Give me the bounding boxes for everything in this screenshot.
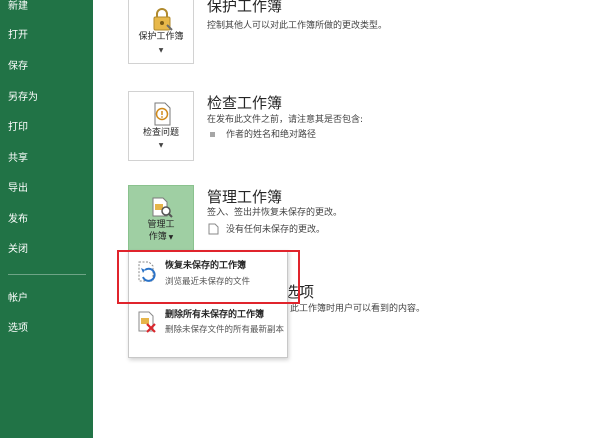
inspect-bullet-text: 作者的姓名和绝对路径 [226, 130, 317, 140]
chevron-down-icon: ▼ [158, 142, 164, 149]
backstage-sidebar: 新建 打开 保存 另存为 打印 共享 导出 发布 关闭 帐户 选项 [0, 0, 93, 438]
chevron-down-icon: ▼ [158, 47, 164, 54]
delete-unsaved-workbooks-item[interactable]: 删除所有未保存的工作簿 删除未保存文件的所有最新副本 [129, 303, 287, 357]
nav-separator [8, 274, 86, 275]
manage-workbook-label-line2: 作簿 ▼ [148, 232, 174, 242]
manage-workbook-button[interactable]: 管理工 作簿 ▼ [128, 185, 194, 253]
nav-publish[interactable]: 发布 [8, 213, 28, 227]
inspect-workbook-desc: 在发布此文件之前，请注意其是否包含: [207, 115, 364, 125]
inspect-workbook-title: 检查工作簿 [207, 94, 283, 112]
browser-view-options-desc: 此工作簿时用户可以看到的内容。 [290, 304, 426, 314]
delete-document-icon [138, 311, 156, 333]
nav-share[interactable]: 共享 [8, 152, 28, 166]
nav-options[interactable]: 选项 [8, 322, 28, 336]
nav-export[interactable]: 导出 [8, 182, 28, 196]
manage-workbook-desc: 签入、签出并恢复未保存的更改。 [207, 208, 343, 218]
manage-workbook-icon [152, 197, 173, 218]
delete-unsaved-title: 删除所有未保存的工作簿 [165, 310, 265, 320]
manage-workbook-status: 没有任何未保存的更改。 [226, 225, 326, 235]
nav-print[interactable]: 打印 [8, 121, 28, 135]
manage-workbook-title: 管理工作簿 [207, 188, 283, 206]
document-check-icon [154, 102, 171, 126]
protect-workbook-desc: 控制其他人可以对此工作簿所做的更改类型。 [207, 21, 388, 31]
highlight-box [117, 250, 300, 304]
document-icon [208, 223, 219, 235]
protect-workbook-title: 保护工作簿 [207, 0, 283, 15]
protect-workbook-button[interactable]: 保护工作簿 ▼ [128, 0, 194, 64]
nav-new[interactable]: 新建 [8, 0, 28, 14]
nav-account[interactable]: 帐户 [8, 292, 28, 306]
chevron-down-icon: ▼ [166, 234, 174, 241]
bullet-icon [210, 132, 215, 137]
lock-key-icon [153, 8, 173, 31]
protect-workbook-label: 保护工作簿 [138, 32, 184, 42]
nav-save-as[interactable]: 另存为 [8, 91, 38, 105]
manage-workbook-label-line1: 管理工 [147, 220, 175, 230]
inspect-issues-label: 检查问题 [142, 128, 179, 138]
nav-save[interactable]: 保存 [8, 60, 28, 74]
inspect-issues-button[interactable]: 检查问题 ▼ [128, 91, 194, 161]
nav-close[interactable]: 关闭 [8, 243, 28, 257]
nav-open[interactable]: 打开 [8, 29, 28, 43]
delete-unsaved-desc: 删除未保存文件的所有最新副本 [165, 325, 285, 335]
